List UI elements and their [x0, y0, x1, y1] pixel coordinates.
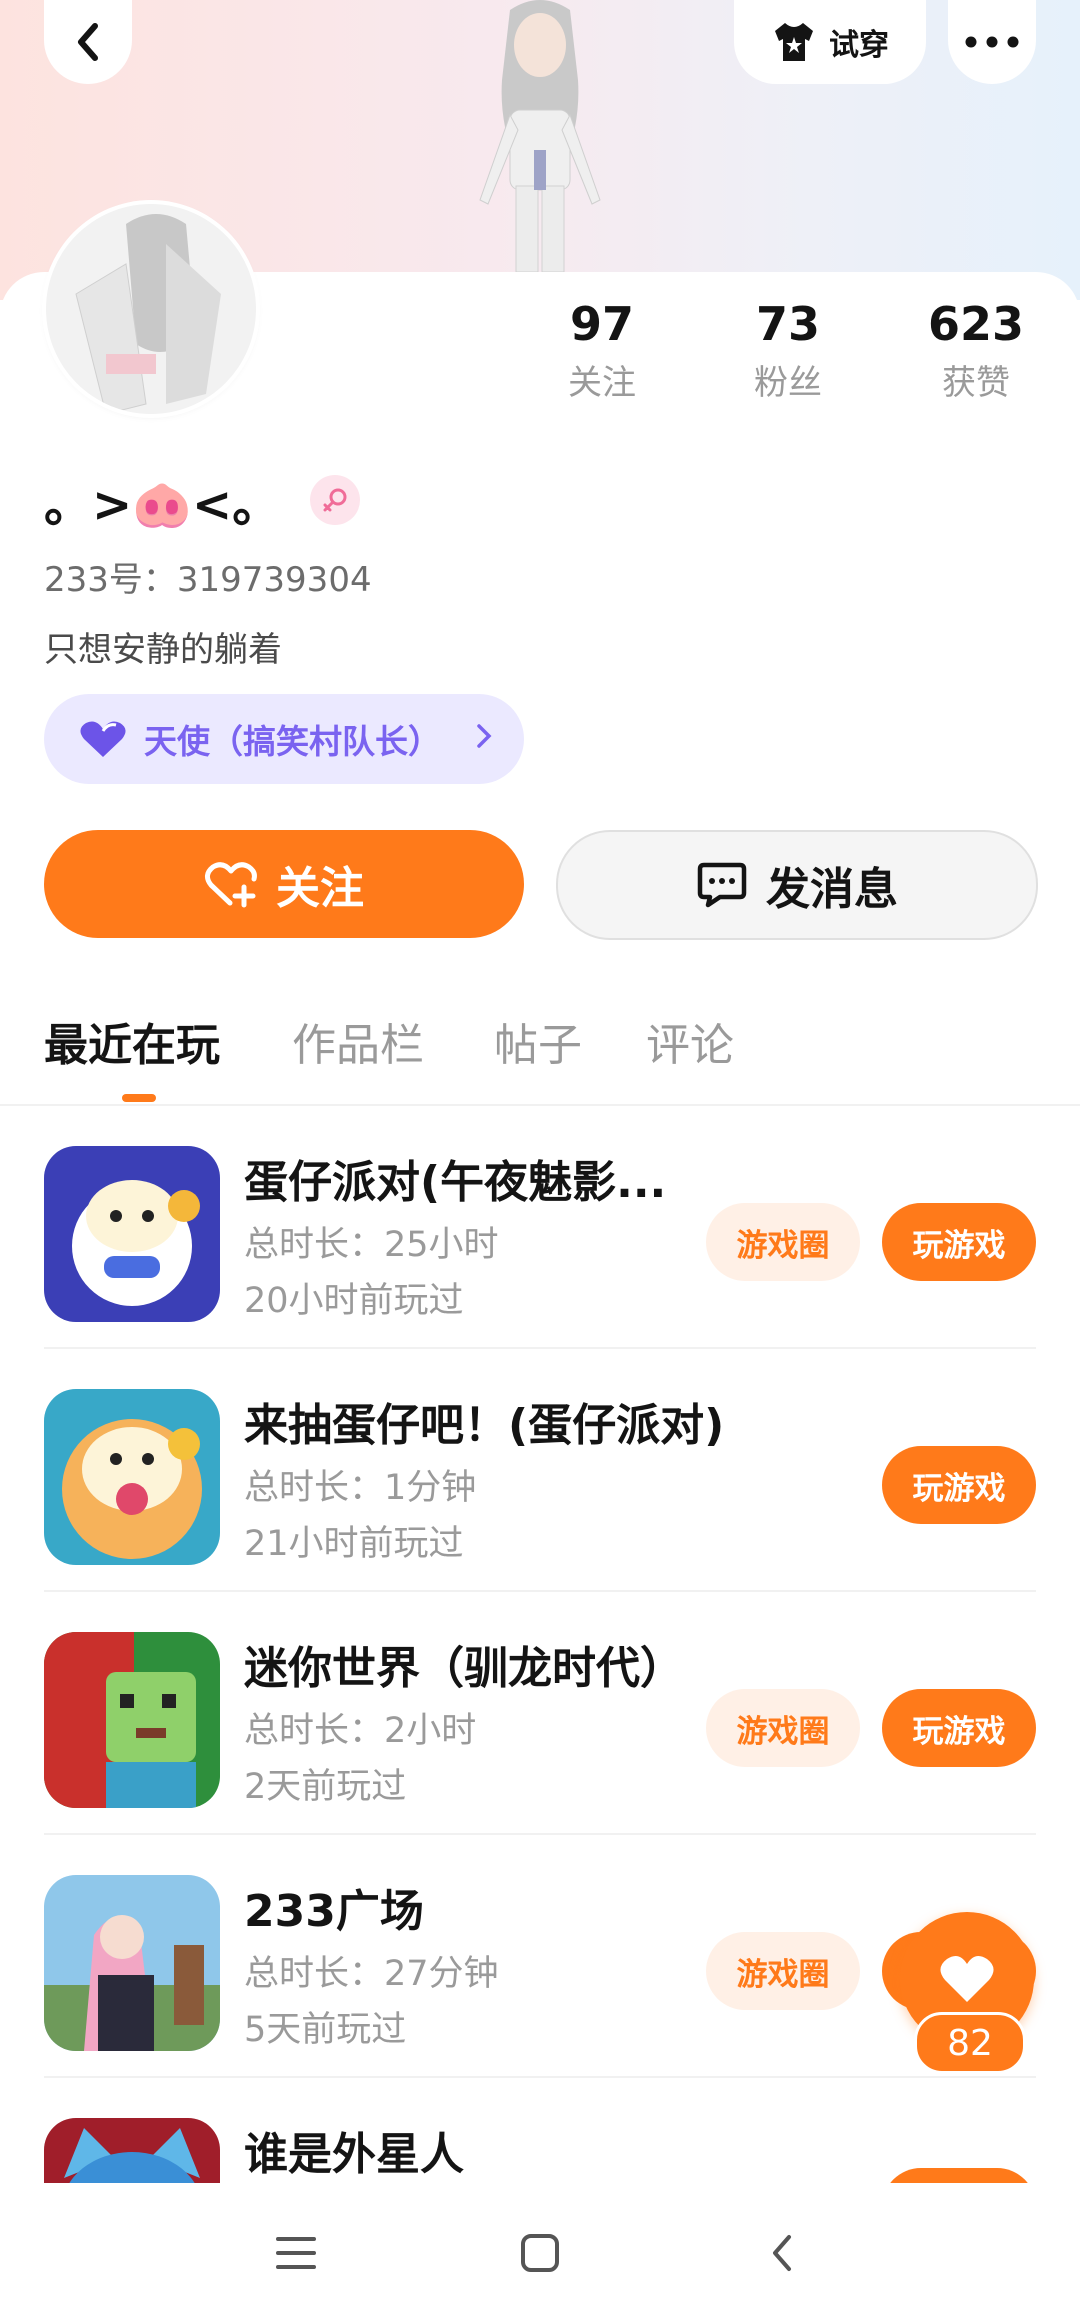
game-duration: 总时长：27分钟 — [244, 1954, 499, 1994]
game-name: 233广场 — [244, 1886, 424, 1937]
game-name: 谁是外星人 — [244, 2129, 464, 2180]
game-name: 蛋仔派对(午夜魅影... — [244, 1157, 667, 1208]
back-button[interactable] — [44, 0, 132, 84]
female-gender-icon — [310, 475, 361, 525]
game-circle-button[interactable]: 游戏圈 — [706, 1932, 860, 2010]
heart-plus-icon — [205, 862, 257, 908]
game-circle-button[interactable]: 游戏圈 — [706, 1689, 860, 1767]
game-icon-mini-world — [44, 1632, 220, 1808]
game-last-played: 2天前玩过 — [244, 1767, 407, 1807]
play-game-button[interactable]: 玩游戏 — [882, 1446, 1036, 1524]
tab-works[interactable]: 作品栏 — [292, 1006, 424, 1086]
stat-followers-label: 粉丝 — [754, 363, 822, 403]
play-game-button-partial[interactable] — [882, 2168, 1036, 2183]
stat-likes[interactable]: 623 获赞 — [896, 296, 1056, 408]
system-nav-bar — [0, 2183, 1080, 2313]
game-icon-eggy-draw — [44, 1389, 220, 1565]
game-last-played: 5天前玩过 — [244, 2010, 407, 2050]
stat-followers[interactable]: 73 粉丝 — [708, 296, 868, 408]
stat-likes-count: 623 — [927, 297, 1025, 351]
game-icon-eggy-party — [44, 1146, 220, 1322]
avatar-3d-figure — [479, 0, 601, 272]
game-last-played: 21小时前玩过 — [244, 1524, 464, 1564]
game-icon-233-plaza — [44, 1875, 220, 2051]
more-icon — [965, 36, 1019, 48]
heart-badge-icon — [80, 721, 126, 757]
tab-comments[interactable]: 评论 — [646, 1006, 734, 1086]
list-item[interactable]: 蛋仔派对(午夜魅影... 总时长：25小时 20小时前玩过 游戏圈 玩游戏 — [0, 1106, 1080, 1349]
game-icon-who-is-alien — [44, 2118, 220, 2183]
stat-following[interactable]: 97 关注 — [522, 296, 682, 408]
tab-recently-played[interactable]: 最近在玩 — [44, 1006, 220, 1086]
message-label: 发消息 — [766, 864, 898, 915]
stat-likes-label: 获赞 — [942, 363, 1010, 403]
follow-label: 关注 — [276, 863, 364, 914]
title-badge-label: 天使（搞笑村队长） — [144, 722, 441, 761]
nav-back-icon[interactable] — [752, 2223, 812, 2283]
game-name: 迷你世界（驯龙时代） — [244, 1643, 684, 1694]
list-item[interactable]: 迷你世界（驯龙时代） 总时长：2小时 2天前玩过 游戏圈 玩游戏 — [0, 1592, 1080, 1835]
game-last-played: 20小时前玩过 — [244, 1281, 464, 1321]
shirt-icon — [775, 23, 813, 61]
home-icon[interactable] — [510, 2223, 570, 2283]
game-duration: 总时长：1分钟 — [244, 1468, 477, 1508]
message-button[interactable]: 发消息 — [556, 830, 1038, 940]
avatar[interactable] — [46, 204, 256, 414]
list-item[interactable]: 来抽蛋仔吧！(蛋仔派对) 总时长：1分钟 21小时前玩过 玩游戏 — [0, 1349, 1080, 1592]
game-name: 来抽蛋仔吧！(蛋仔派对) — [244, 1400, 725, 1451]
stat-following-count: 97 — [569, 297, 634, 351]
title-badge[interactable]: 天使（搞笑村队长） — [44, 694, 524, 784]
nickname-row: 。>🐽<。 — [44, 470, 361, 533]
game-duration: 总时长：25小时 — [244, 1225, 499, 1265]
list-item[interactable]: 谁是外星人 — [0, 2078, 1080, 2183]
stat-following-label: 关注 — [568, 363, 636, 403]
chevron-right-icon — [477, 724, 492, 748]
stat-followers-count: 73 — [755, 297, 820, 351]
try-on-label: 试穿 — [829, 28, 889, 63]
follow-button[interactable]: 关注 — [44, 830, 524, 938]
try-on-button[interactable]: 试穿 — [734, 0, 926, 84]
like-count-badge: 82 — [914, 2012, 1026, 2074]
play-game-button[interactable]: 玩游戏 — [882, 1689, 1036, 1767]
heart-icon — [940, 1955, 994, 2002]
user-id: 233号：319739304 — [44, 560, 372, 600]
chat-icon — [697, 862, 747, 908]
avatar-image — [46, 204, 256, 414]
play-game-button[interactable]: 玩游戏 — [882, 1203, 1036, 1281]
profile-tabs: 最近在玩 作品栏 帖子 评论 — [0, 1006, 1080, 1106]
nickname: 。>🐽<。 — [44, 477, 281, 533]
game-circle-button[interactable]: 游戏圈 — [706, 1203, 860, 1281]
back-icon — [78, 23, 98, 61]
more-options-button[interactable] — [948, 0, 1036, 84]
tab-active-indicator — [122, 1094, 156, 1102]
game-duration: 总时长：2小时 — [244, 1711, 477, 1751]
tab-posts[interactable]: 帖子 — [494, 1006, 582, 1086]
menu-icon[interactable] — [266, 2223, 326, 2283]
bio: 只想安静的躺着 — [44, 630, 282, 670]
